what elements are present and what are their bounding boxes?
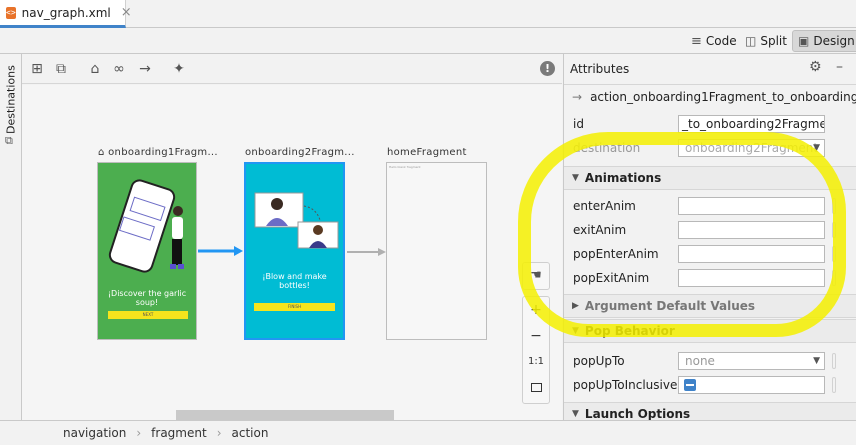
home-fragment-text: Hello blank fragment [389,165,421,169]
collapse-icon: ▼ [572,409,579,419]
zoom-actual-button[interactable]: 1:1 [523,349,549,375]
breadcrumb-action[interactable]: action [232,426,269,440]
warning-icon[interactable]: ! [540,61,555,76]
breadcrumb: navigation › fragment › action [0,420,856,445]
code-lines-icon: ≡ [691,33,702,49]
design-view-label: Design [813,34,855,48]
pop-up-inclusive-field[interactable] [678,376,825,394]
fit-screen-icon [530,383,542,392]
fragment-onboarding1[interactable]: ¡Discover the garlic soup! NEXT [97,162,197,340]
home-destination-icon: ⌂ [98,147,105,158]
fragment-onboarding2[interactable]: ¡Blow and make bottles! FINISH [244,162,345,340]
pop-up-inclusive-label: popUpToInclusive [573,378,678,392]
split-view-label: Split [760,34,787,48]
attributes-title: Attributes [570,62,630,76]
launch-options-section-header[interactable]: ▼ Launch Options [564,402,856,420]
pop-up-to-row: popUpTo none ▼ [564,349,856,373]
close-icon[interactable]: × [121,5,132,20]
action-arrow-icon[interactable]: → [136,60,154,78]
image-icon: ▣ [798,34,810,48]
fragment2-text: ¡Blow and make bottles! [262,272,327,290]
action-arrow-selected[interactable] [196,244,244,258]
deep-link-icon[interactable]: ∞ [110,60,128,78]
fragment-label-onboarding1: ⌂ onboarding1Fragm... [98,147,218,158]
minimize-icon[interactable]: – [836,59,843,75]
action-arrow-icon: → [572,89,583,104]
action-name: action_onboarding1Fragment_to_onboarding… [590,89,856,104]
view-mode-bar: ≡ Code ◫ Split ▣ Design [0,28,856,54]
hierarchy-icon: ⧉ [5,134,13,147]
zoom-out-button[interactable]: − [523,323,549,349]
auto-arrange-icon[interactable]: ✦ [170,60,188,78]
editor-tab-bar: <> nav_graph.xml × [0,0,856,28]
pop-up-to-label: popUpTo [573,354,625,368]
action-arrow[interactable] [345,245,387,259]
home-icon[interactable]: ⌂ [86,60,104,78]
xml-file-icon: <> [6,6,16,19]
breadcrumb-navigation[interactable]: navigation [63,426,126,440]
pop-up-to-value: none [685,354,715,368]
design-view-button[interactable]: ▣ Design [792,30,856,52]
checkbox-indeterminate-icon[interactable] [684,379,696,391]
pop-up-inclusive-pick[interactable] [832,377,836,393]
fragment1-next-button: NEXT [108,311,188,319]
code-view-button[interactable]: ≡ Code [686,30,742,52]
chevron-down-icon: ▼ [813,356,820,366]
destinations-tab[interactable]: Destinations [2,60,20,140]
fragment-label-home: homeFragment [387,147,467,158]
breadcrumb-fragment[interactable]: fragment [151,426,207,440]
zoom-fit-button[interactable] [523,375,549,401]
pop-up-inclusive-row: popUpToInclusive [564,373,856,397]
highlight-annotation [518,132,846,337]
fragment-home[interactable]: Hello blank fragment [386,162,487,340]
breadcrumb-separator-icon: › [136,426,142,440]
onboarding2-illustration [254,192,339,249]
code-view-label: Code [705,34,737,48]
pop-up-to-pick[interactable] [832,353,836,369]
tab-label: nav_graph.xml [21,5,111,20]
tab-nav-graph[interactable]: <> nav_graph.xml × [0,0,132,28]
fragment1-text: ¡Discover the garlic soup! [107,289,187,307]
split-view-icon: ◫ [745,34,757,48]
gear-icon[interactable]: ⚙ [809,59,822,75]
design-toolbar: ⊞ ⧉ ⌂ ∞ → ✦ ! [22,54,562,84]
split-view-button[interactable]: ◫ Split [740,30,792,52]
fragment-label-onboarding2: onboarding2Fragm... [245,147,355,158]
launch-options-title: Launch Options [584,407,691,420]
id-field[interactable]: _to_onboarding2Fragment [678,115,825,133]
fragment2-finish-button: FINISH [254,303,335,311]
id-label: id [573,117,584,131]
new-destination-icon[interactable]: ⊞ [28,60,46,78]
nested-graph-icon[interactable]: ⧉ [52,60,70,78]
selected-component-row: → action_onboarding1Fragment_to_onboardi… [564,84,856,108]
horizontal-scrollbar[interactable] [176,410,394,420]
pop-up-to-dropdown[interactable]: none ▼ [678,352,825,370]
breadcrumb-separator-icon: › [216,426,222,440]
